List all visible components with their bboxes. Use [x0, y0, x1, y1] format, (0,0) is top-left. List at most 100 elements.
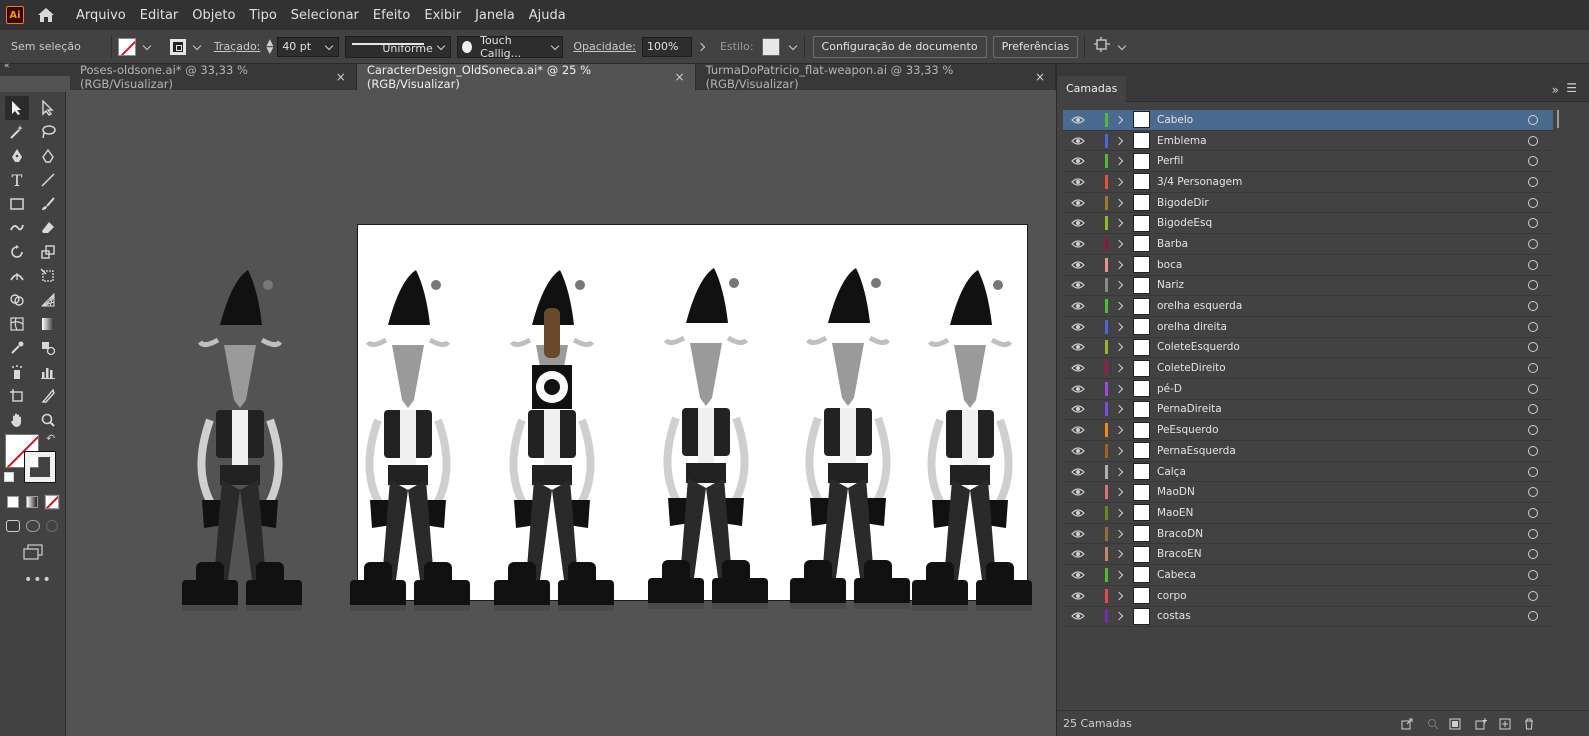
arrange-icon[interactable] [1093, 37, 1111, 56]
expand-arrow-icon[interactable] [1116, 343, 1124, 351]
menu-janela[interactable]: Janela [475, 8, 515, 23]
expand-arrow-icon[interactable] [1116, 550, 1124, 558]
menu-editar[interactable]: Editar [140, 8, 179, 23]
expand-arrow-icon[interactable] [1116, 488, 1124, 496]
target-circle-icon[interactable] [1528, 487, 1538, 498]
target-circle-icon[interactable] [1528, 321, 1538, 332]
layer-name[interactable]: Perfil [1157, 155, 1183, 167]
menu-objeto[interactable]: Objeto [192, 8, 235, 23]
layer-row[interactable]: Cabeca [1063, 565, 1553, 586]
layer-name[interactable]: MaoDN [1157, 486, 1195, 498]
layer-row[interactable]: Emblema [1063, 131, 1553, 152]
scale-tool-icon[interactable] [36, 240, 60, 264]
layer-row[interactable]: 3/4 Personagem [1063, 172, 1553, 193]
opacity-label[interactable]: Opacidade: [573, 40, 636, 53]
screen-mode-icon[interactable] [22, 544, 44, 563]
gradient-mode-icon[interactable] [26, 496, 38, 508]
width-tool-icon[interactable] [5, 264, 29, 288]
visibility-eye-icon[interactable] [1071, 342, 1085, 352]
stroke-weight-field[interactable]: 40 pt [277, 36, 340, 57]
expand-arrow-icon[interactable] [1116, 530, 1124, 538]
paintbrush-tool-icon[interactable] [36, 192, 60, 216]
layer-row[interactable]: MaoDN [1063, 482, 1553, 504]
line-tool-icon[interactable] [36, 168, 60, 192]
shaper-tool-icon[interactable] [5, 216, 29, 240]
target-circle-icon[interactable] [1528, 238, 1538, 249]
layer-name[interactable]: BracoDN [1157, 528, 1203, 540]
layer-row[interactable]: BracoEN [1063, 544, 1553, 566]
mesh-tool-icon[interactable] [5, 312, 29, 336]
target-circle-icon[interactable] [1528, 135, 1538, 146]
layer-name[interactable]: corpo [1157, 590, 1187, 602]
target-circle-icon[interactable] [1528, 156, 1538, 167]
visibility-eye-icon[interactable] [1071, 384, 1085, 394]
expand-arrow-icon[interactable] [1116, 612, 1124, 620]
document-canvas[interactable] [70, 90, 1056, 736]
close-icon[interactable]: × [1035, 70, 1045, 84]
layer-name[interactable]: PernaDireita [1157, 403, 1222, 415]
draw-inside-icon[interactable] [46, 520, 58, 532]
layer-row[interactable]: PernaDireita [1063, 400, 1553, 421]
layer-row[interactable]: Nariz [1063, 276, 1553, 297]
target-circle-icon[interactable] [1528, 569, 1538, 580]
menu-tipo[interactable]: Tipo [249, 8, 276, 23]
target-circle-icon[interactable] [1528, 176, 1538, 187]
visibility-eye-icon[interactable] [1071, 446, 1085, 456]
zoom-tool-icon[interactable] [36, 408, 60, 432]
layer-name[interactable]: 3/4 Personagem [1157, 176, 1242, 188]
opacity-field[interactable]: 100% [641, 36, 692, 57]
target-circle-icon[interactable] [1528, 114, 1538, 125]
visibility-eye-icon[interactable] [1071, 322, 1085, 332]
shape-builder-tool-icon[interactable] [5, 288, 29, 312]
layer-row[interactable]: BigodeDir [1063, 193, 1553, 214]
swap-colors-icon[interactable]: ↶ [46, 432, 55, 445]
chevron-down-icon[interactable] [1117, 42, 1127, 52]
layer-row[interactable]: ColeteEsquerdo [1063, 338, 1553, 359]
home-icon[interactable] [36, 5, 56, 25]
layer-name[interactable]: Calça [1157, 466, 1186, 478]
visibility-eye-icon[interactable] [1071, 508, 1085, 518]
layer-row[interactable]: ColeteDireito [1063, 358, 1553, 379]
visibility-eye-icon[interactable] [1071, 591, 1085, 601]
layer-name[interactable]: PeEsquerdo [1157, 424, 1219, 436]
expand-arrow-icon[interactable] [1116, 199, 1124, 207]
visibility-eye-icon[interactable] [1071, 218, 1085, 228]
target-circle-icon[interactable] [1528, 549, 1538, 560]
free-transform-tool-icon[interactable] [36, 264, 60, 288]
artboard-tool-icon[interactable] [5, 384, 29, 408]
stroke-color-swatch[interactable] [24, 451, 56, 483]
draw-behind-icon[interactable] [26, 520, 40, 532]
layer-name[interactable]: orelha esquerda [1157, 300, 1242, 312]
target-circle-icon[interactable] [1528, 466, 1538, 477]
layer-row[interactable]: MaoEN [1063, 503, 1553, 524]
visibility-eye-icon[interactable] [1071, 611, 1085, 621]
tab-poses-oldsone[interactable]: Poses-oldsone.ai* @ 33,33 % (RGB/Visuali… [70, 63, 357, 91]
layer-name[interactable]: Cabelo [1157, 114, 1193, 126]
brush-dropdown[interactable]: Touch Callig... [457, 34, 564, 60]
close-icon[interactable]: × [336, 70, 346, 84]
target-circle-icon[interactable] [1528, 404, 1538, 415]
expand-arrow-icon[interactable] [1116, 219, 1124, 227]
visibility-eye-icon[interactable] [1071, 529, 1085, 539]
target-circle-icon[interactable] [1528, 218, 1538, 229]
none-mode-icon[interactable] [44, 494, 60, 510]
column-graph-tool-icon[interactable] [36, 360, 60, 384]
layer-row[interactable]: Barba [1063, 234, 1553, 255]
layer-row[interactable]: orelha direita [1063, 317, 1553, 338]
expand-arrow-icon[interactable] [1116, 509, 1124, 517]
layer-row[interactable]: pé-D [1063, 379, 1553, 400]
layer-name[interactable]: ColeteEsquerdo [1157, 341, 1240, 353]
fill-dropdown-icon[interactable] [142, 42, 152, 52]
expand-arrow-icon[interactable] [1116, 178, 1124, 186]
visibility-eye-icon[interactable] [1071, 115, 1085, 125]
menu-ajuda[interactable]: Ajuda [529, 8, 566, 23]
menu-exibir[interactable]: Exibir [424, 8, 461, 23]
layer-row[interactable]: boca [1063, 255, 1553, 276]
layers-scrollbar[interactable] [1553, 110, 1559, 128]
layer-name[interactable]: Nariz [1157, 279, 1184, 291]
target-circle-icon[interactable] [1528, 280, 1538, 291]
layer-row[interactable]: BigodeEsq [1063, 213, 1553, 235]
visibility-eye-icon[interactable] [1071, 136, 1085, 146]
collapse-icon[interactable]: « [4, 61, 10, 71]
layer-name[interactable]: BigodeDir [1157, 197, 1209, 209]
